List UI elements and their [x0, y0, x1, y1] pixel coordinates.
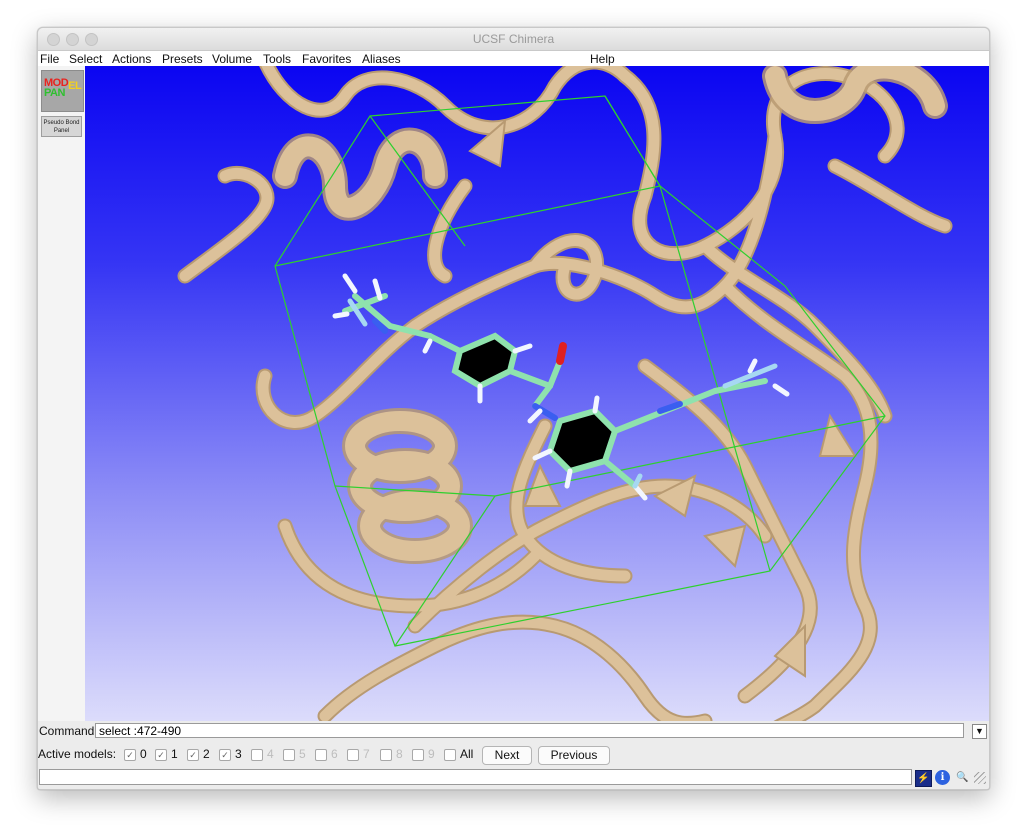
- next-button[interactable]: Next: [482, 746, 532, 765]
- chimera-window: UCSF Chimera File Select Actions Presets…: [37, 27, 990, 790]
- previous-button[interactable]: Previous: [538, 746, 610, 765]
- model-9-label: 9: [428, 747, 435, 761]
- model-5-checkbox[interactable]: [283, 749, 295, 761]
- pseudobond-label-line2: Panel: [53, 128, 70, 134]
- active-models-row: Active models: ✓ 0 ✓ 1 ✓ 2 ✓ 3 4 5 6 7 8…: [38, 744, 989, 766]
- model-4-label: 4: [267, 747, 274, 761]
- model-3-checkbox[interactable]: ✓: [219, 749, 231, 761]
- command-label: Command:: [39, 724, 98, 738]
- model-6-label: 6: [331, 747, 338, 761]
- molecular-graphics-viewport[interactable]: [85, 66, 989, 721]
- model-7-checkbox[interactable]: [347, 749, 359, 761]
- pseudobond-label-line1: Pseudo Bond: [43, 120, 80, 126]
- all-models-checkbox[interactable]: [444, 749, 456, 761]
- pseudobond-panel-button[interactable]: Pseudo Bond Panel: [41, 116, 82, 137]
- model-panel-button[interactable]: MODEL PAN: [41, 70, 84, 112]
- menu-file[interactable]: File: [40, 52, 59, 66]
- protein-ribbon: [177, 66, 953, 721]
- menu-actions[interactable]: Actions: [112, 52, 151, 66]
- all-models-label: All: [460, 747, 474, 761]
- command-line-row: Command: ▼: [38, 722, 989, 742]
- model-panel-label-el: EL: [68, 80, 82, 92]
- resize-grip[interactable]: [974, 772, 986, 784]
- title-bar[interactable]: UCSF Chimera: [38, 28, 989, 51]
- command-input[interactable]: [95, 723, 964, 738]
- menu-select[interactable]: Select: [69, 52, 102, 66]
- model-3-label: 3: [235, 747, 242, 761]
- model-0-label: 0: [140, 747, 147, 761]
- menu-favorites[interactable]: Favorites: [302, 52, 351, 66]
- model-0-checkbox[interactable]: ✓: [124, 749, 136, 761]
- status-row: ⚡ i 🔍: [38, 768, 989, 788]
- model-panel-label-pan: PAN: [44, 87, 65, 99]
- model-7-label: 7: [363, 747, 370, 761]
- model-6-checkbox[interactable]: [315, 749, 327, 761]
- status-message-field: [39, 769, 912, 785]
- model-9-checkbox[interactable]: [412, 749, 424, 761]
- model-8-checkbox[interactable]: [380, 749, 392, 761]
- magnifier-icon[interactable]: 🔍: [955, 770, 970, 785]
- model-2-checkbox[interactable]: ✓: [187, 749, 199, 761]
- window-title: UCSF Chimera: [472, 32, 555, 46]
- model-1-label: 1: [171, 747, 178, 761]
- model-1-checkbox[interactable]: ✓: [155, 749, 167, 761]
- menu-aliases[interactable]: Aliases: [362, 52, 401, 66]
- lightning-icon[interactable]: ⚡: [915, 770, 932, 787]
- model-5-label: 5: [299, 747, 306, 761]
- menu-bar: File Select Actions Presets Volume Tools…: [38, 51, 989, 66]
- info-icon[interactable]: i: [935, 770, 950, 785]
- active-models-label: Active models:: [38, 747, 117, 761]
- menu-volume[interactable]: Volume: [212, 52, 252, 66]
- model-8-label: 8: [396, 747, 403, 761]
- model-4-checkbox[interactable]: [251, 749, 263, 761]
- molecule-scene: [177, 66, 953, 721]
- command-history-dropdown[interactable]: ▼: [972, 724, 987, 739]
- menu-presets[interactable]: Presets: [162, 52, 203, 66]
- model-2-label: 2: [203, 747, 210, 761]
- menu-help[interactable]: Help: [590, 52, 615, 66]
- menu-tools[interactable]: Tools: [263, 52, 291, 66]
- toolbar-sidebar: MODEL PAN Pseudo Bond Panel: [38, 66, 86, 721]
